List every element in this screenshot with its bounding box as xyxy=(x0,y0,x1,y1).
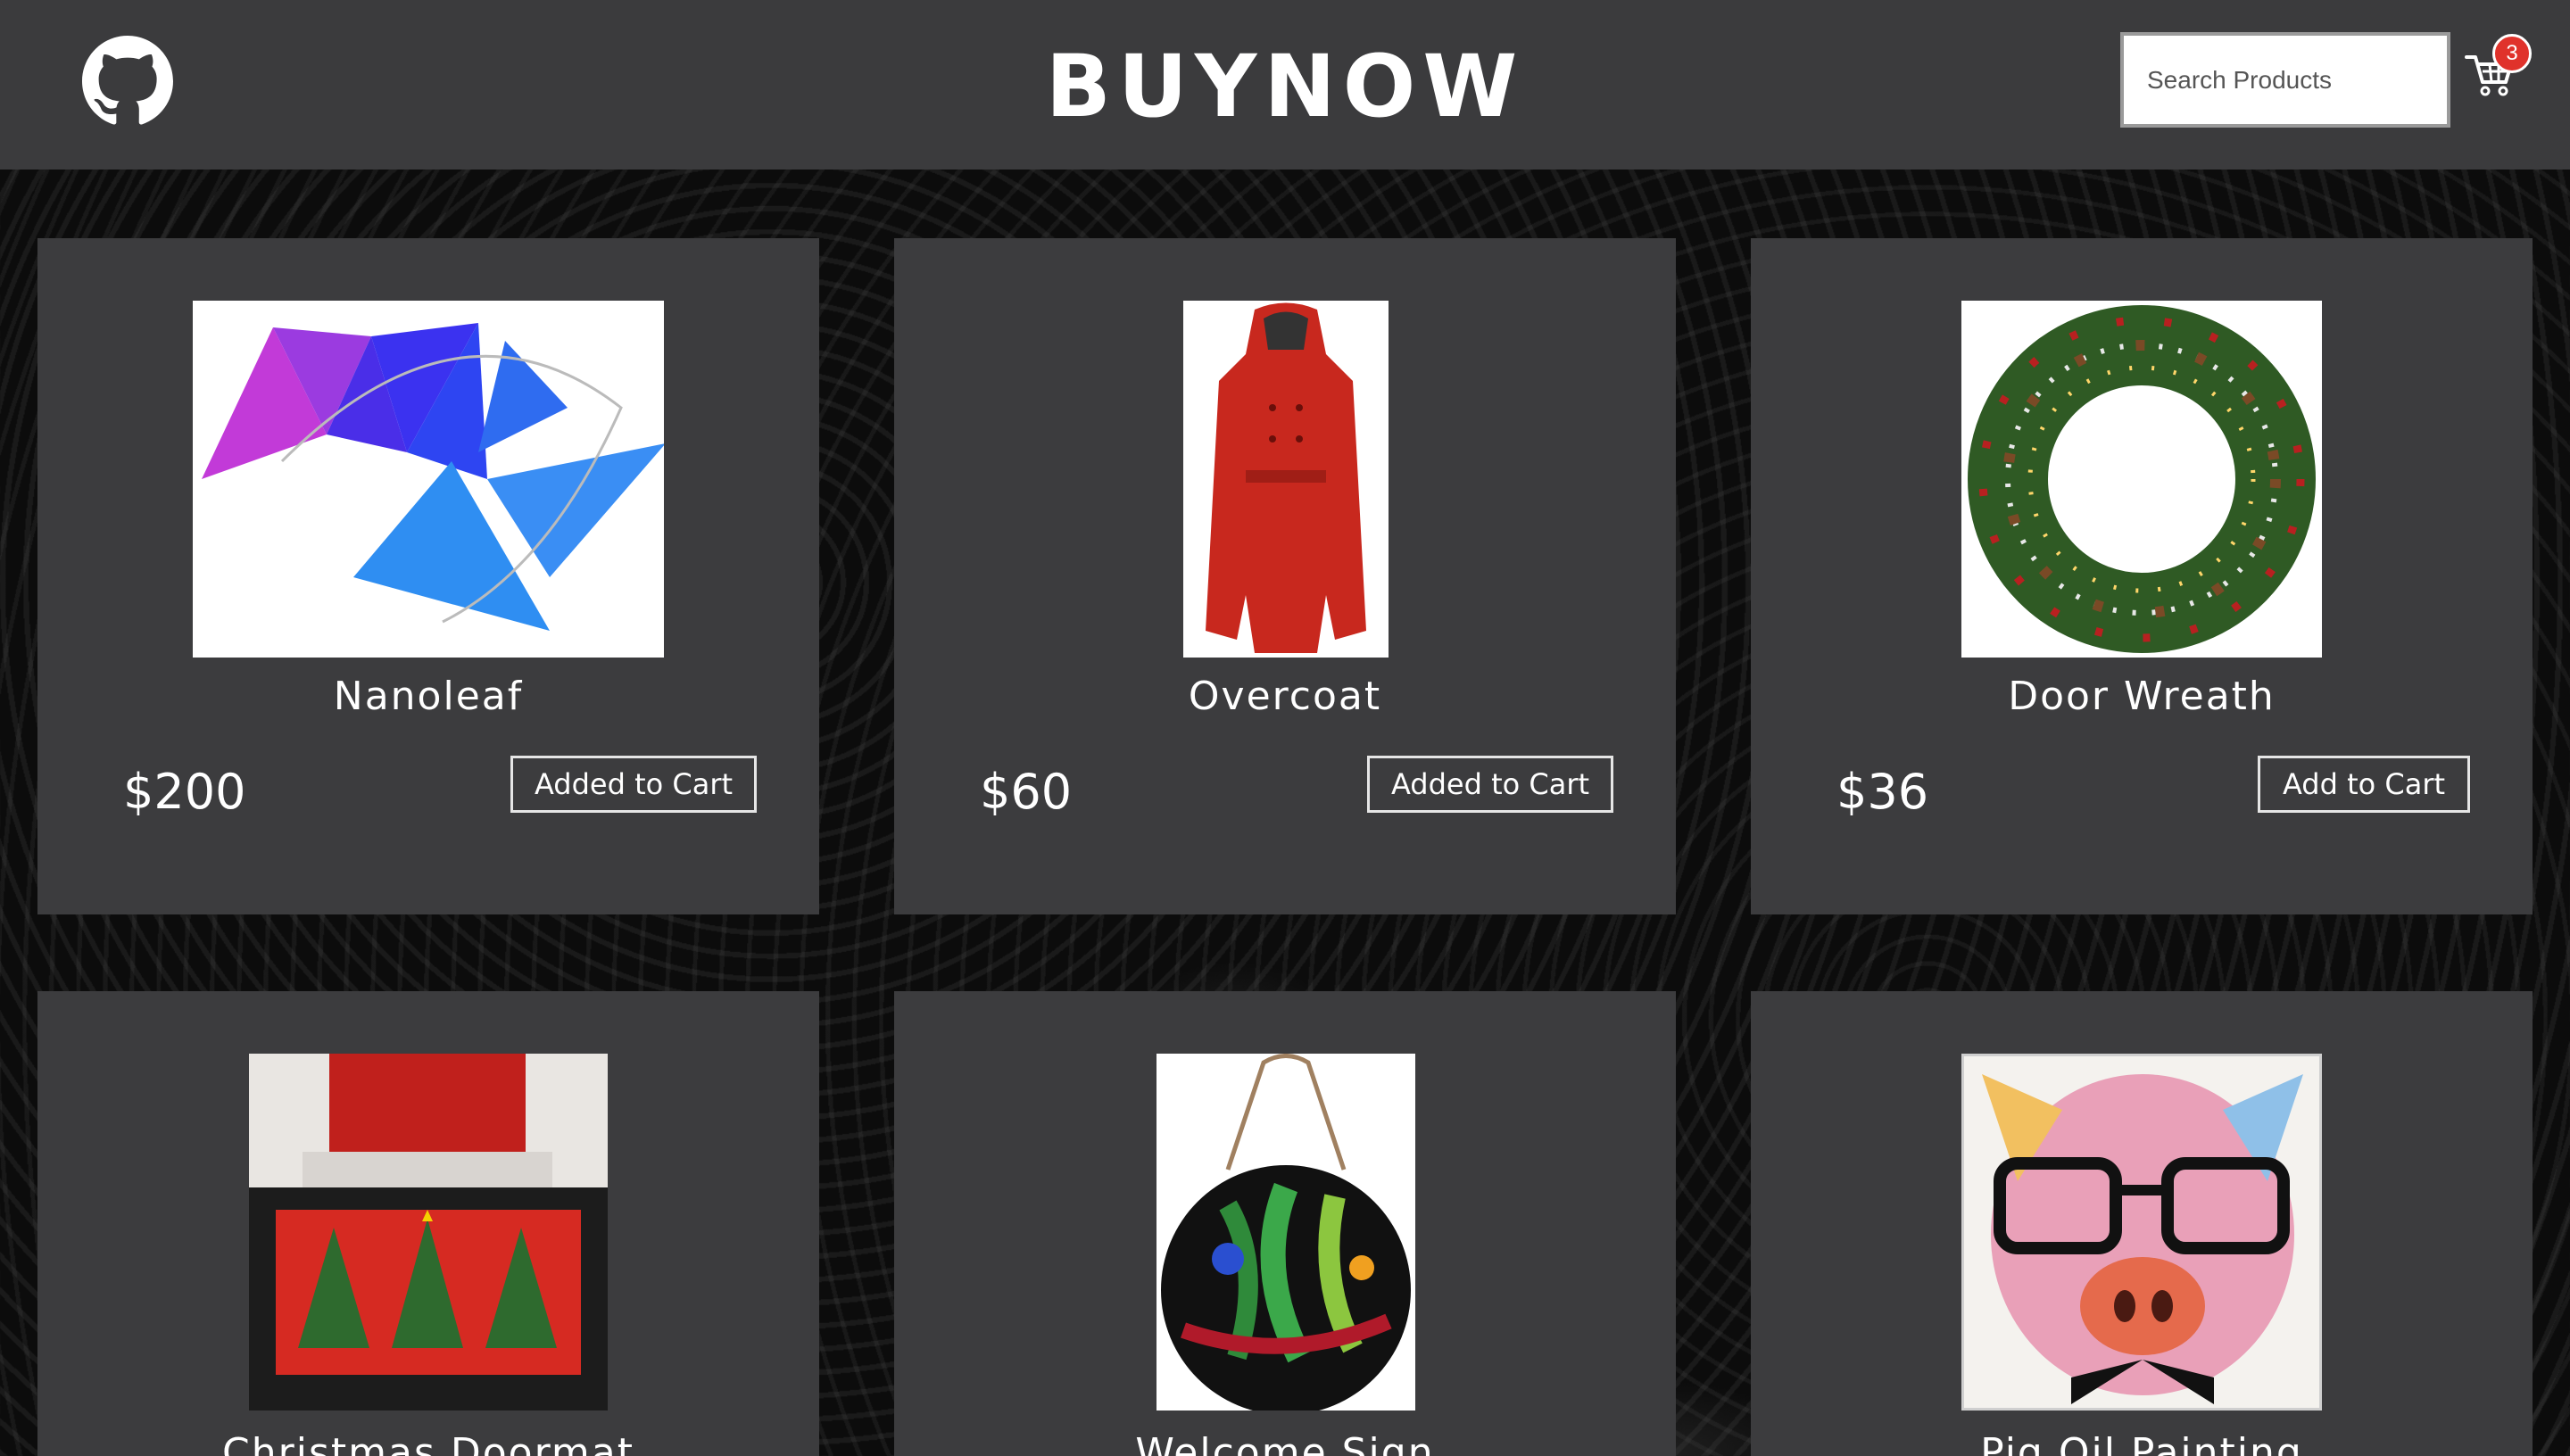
product-name: Door Wreath xyxy=(2008,674,2276,719)
product-card: Overcoat $60 Added to Cart xyxy=(894,238,1676,914)
product-card: Welcome Sign xyxy=(894,991,1676,1456)
pig-painting-image[interactable] xyxy=(1961,1054,2322,1410)
product-name: Pig Oil Painting xyxy=(1980,1430,2303,1456)
product-name: Christmas Doormat xyxy=(222,1430,634,1456)
add-to-cart-button[interactable]: Added to Cart xyxy=(510,756,757,813)
product-name: Nanoleaf xyxy=(333,674,524,719)
product-card: Pig Oil Painting xyxy=(1751,991,2533,1456)
add-to-cart-button[interactable]: Added to Cart xyxy=(1367,756,1613,813)
christmas-wreath-image[interactable] xyxy=(1961,301,2322,658)
nanoleaf-panels-image[interactable] xyxy=(193,301,664,658)
cart-count-badge: 3 xyxy=(2492,34,2532,73)
red-overcoat-image[interactable] xyxy=(1183,301,1389,658)
add-to-cart-button[interactable]: Add to Cart xyxy=(2258,756,2470,813)
product-card: Door Wreath $36 Add to Cart xyxy=(1751,238,2533,914)
product-price: $200 xyxy=(123,764,246,820)
top-header: BUYNOW 3 xyxy=(0,0,2570,170)
product-card: Nanoleaf $200 Added to Cart xyxy=(37,238,819,914)
welcome-sign-image[interactable] xyxy=(1156,1054,1415,1410)
product-name: Overcoat xyxy=(1188,674,1382,719)
christmas-doormat-image[interactable] xyxy=(249,1054,608,1410)
product-card: Christmas Doormat xyxy=(37,991,819,1456)
product-name: Welcome Sign xyxy=(1135,1430,1435,1456)
product-price: $60 xyxy=(980,764,1073,820)
product-price: $36 xyxy=(1836,764,1929,820)
search-input[interactable] xyxy=(2120,32,2450,128)
